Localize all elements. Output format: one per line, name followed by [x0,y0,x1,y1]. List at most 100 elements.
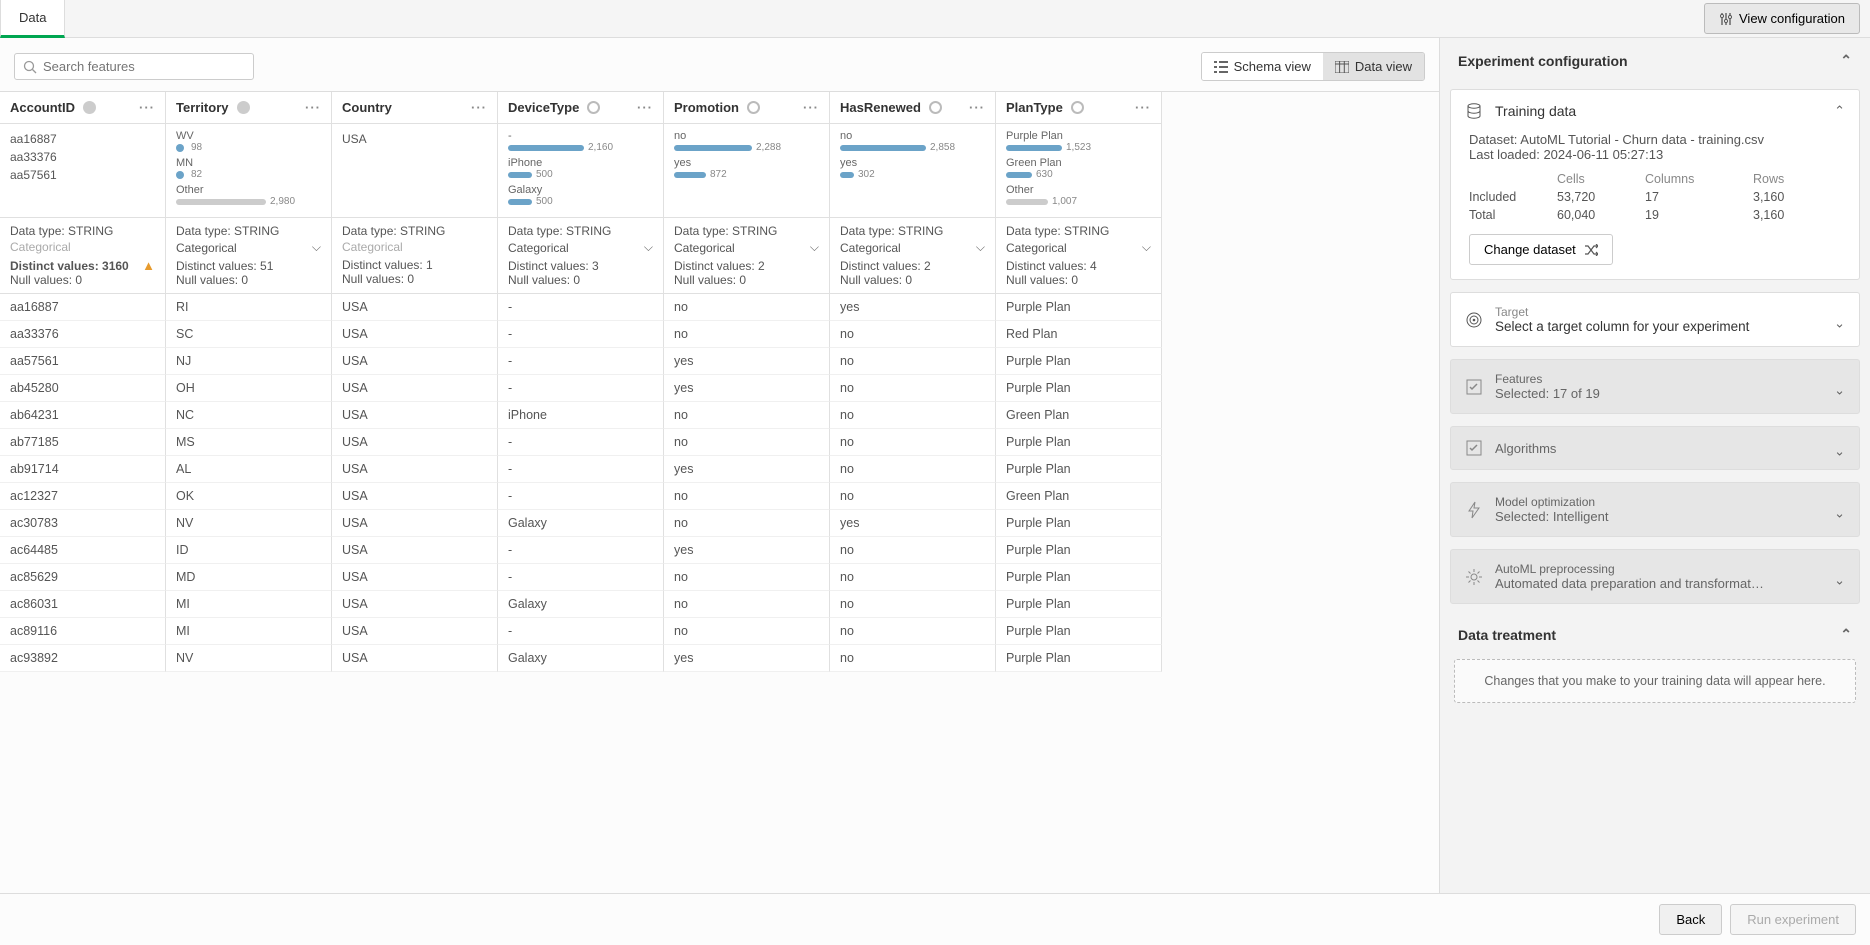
chevron-up-icon[interactable] [1834,103,1845,119]
table-cell[interactable]: no [664,429,830,456]
more-icon[interactable]: ··· [969,100,985,115]
table-cell[interactable]: ab64231 [0,402,166,429]
table-cell[interactable]: aa33376 [0,321,166,348]
more-icon[interactable]: ··· [803,100,819,115]
column-header[interactable]: Promotion··· [664,92,830,124]
search-input[interactable] [43,59,245,74]
table-cell[interactable]: - [498,429,664,456]
table-cell[interactable]: USA [332,483,498,510]
table-cell[interactable]: SC [166,321,332,348]
table-cell[interactable]: ac85629 [0,564,166,591]
view-configuration-button[interactable]: View configuration [1704,3,1860,34]
table-cell[interactable]: Green Plan [996,402,1162,429]
table-cell[interactable]: yes [830,510,996,537]
table-cell[interactable]: ac30783 [0,510,166,537]
table-cell[interactable]: no [830,618,996,645]
algorithms-section[interactable]: Algorithms [1451,427,1859,469]
table-cell[interactable]: Galaxy [498,591,664,618]
table-cell[interactable]: yes [830,294,996,321]
table-cell[interactable]: USA [332,564,498,591]
table-cell[interactable]: Purple Plan [996,591,1162,618]
table-cell[interactable]: ac64485 [0,537,166,564]
table-cell[interactable]: yes [664,348,830,375]
table-cell[interactable]: MI [166,618,332,645]
change-dataset-button[interactable]: Change dataset [1469,234,1613,265]
search-input-wrap[interactable] [14,53,254,80]
table-cell[interactable]: NC [166,402,332,429]
table-cell[interactable]: no [830,429,996,456]
table-cell[interactable]: ac89116 [0,618,166,645]
table-cell[interactable]: ac12327 [0,483,166,510]
training-data-section[interactable]: Training data [1451,90,1859,132]
table-cell[interactable]: NV [166,645,332,672]
table-cell[interactable]: NJ [166,348,332,375]
table-cell[interactable]: aa57561 [0,348,166,375]
table-cell[interactable]: no [830,375,996,402]
table-cell[interactable]: Purple Plan [996,429,1162,456]
table-cell[interactable]: USA [332,537,498,564]
column-header[interactable]: Country··· [332,92,498,124]
table-cell[interactable]: USA [332,429,498,456]
table-cell[interactable]: no [830,564,996,591]
chevron-up-icon[interactable] [1840,52,1852,69]
table-cell[interactable]: OH [166,375,332,402]
chevron-down-icon[interactable] [810,240,819,255]
data-view-button[interactable]: Data view [1323,53,1424,80]
table-cell[interactable]: - [498,483,664,510]
table-cell[interactable]: MS [166,429,332,456]
preprocessing-section[interactable]: AutoML preprocessing Automated data prep… [1451,550,1859,603]
table-cell[interactable]: no [664,402,830,429]
table-cell[interactable]: yes [664,537,830,564]
table-cell[interactable]: Galaxy [498,510,664,537]
back-button[interactable]: Back [1659,904,1722,935]
chevron-down-icon[interactable] [312,240,321,255]
radio-icon[interactable] [929,101,942,114]
chevron-down-icon[interactable] [644,240,653,255]
table-cell[interactable]: no [830,591,996,618]
table-cell[interactable]: no [830,456,996,483]
table-cell[interactable]: Purple Plan [996,537,1162,564]
table-cell[interactable]: no [664,564,830,591]
table-cell[interactable]: no [664,618,830,645]
table-cell[interactable]: Green Plan [996,483,1162,510]
table-cell[interactable]: USA [332,321,498,348]
table-cell[interactable]: USA [332,402,498,429]
table-cell[interactable]: no [830,537,996,564]
table-cell[interactable]: Purple Plan [996,294,1162,321]
table-cell[interactable]: ID [166,537,332,564]
table-cell[interactable]: yes [664,645,830,672]
table-cell[interactable]: ab45280 [0,375,166,402]
table-cell[interactable]: Purple Plan [996,510,1162,537]
table-cell[interactable]: no [830,321,996,348]
table-cell[interactable]: USA [332,375,498,402]
table-cell[interactable]: ab91714 [0,456,166,483]
features-section[interactable]: Features Selected: 17 of 19 [1451,360,1859,413]
table-cell[interactable]: Purple Plan [996,348,1162,375]
target-section[interactable]: Target Select a target column for your e… [1451,293,1859,346]
table-cell[interactable]: Purple Plan [996,564,1162,591]
table-cell[interactable]: USA [332,591,498,618]
model-optimization-section[interactable]: Model optimization Selected: Intelligent [1451,483,1859,536]
table-cell[interactable]: MI [166,591,332,618]
column-header[interactable]: AccountID··· [0,92,166,124]
tab-data[interactable]: Data [0,0,65,38]
table-cell[interactable]: no [830,645,996,672]
table-cell[interactable]: RI [166,294,332,321]
table-cell[interactable]: - [498,537,664,564]
table-cell[interactable]: Purple Plan [996,645,1162,672]
run-experiment-button[interactable]: Run experiment [1730,904,1856,935]
table-cell[interactable]: NV [166,510,332,537]
schema-view-button[interactable]: Schema view [1202,53,1323,80]
table-cell[interactable]: USA [332,510,498,537]
table-cell[interactable]: Purple Plan [996,456,1162,483]
table-cell[interactable]: yes [664,456,830,483]
more-icon[interactable]: ··· [139,100,155,115]
table-cell[interactable]: no [664,483,830,510]
table-cell[interactable]: - [498,375,664,402]
table-cell[interactable]: no [664,510,830,537]
radio-icon[interactable] [747,101,760,114]
table-cell[interactable]: ac86031 [0,591,166,618]
column-header[interactable]: PlanType··· [996,92,1162,124]
table-cell[interactable]: aa16887 [0,294,166,321]
table-cell[interactable]: USA [332,294,498,321]
